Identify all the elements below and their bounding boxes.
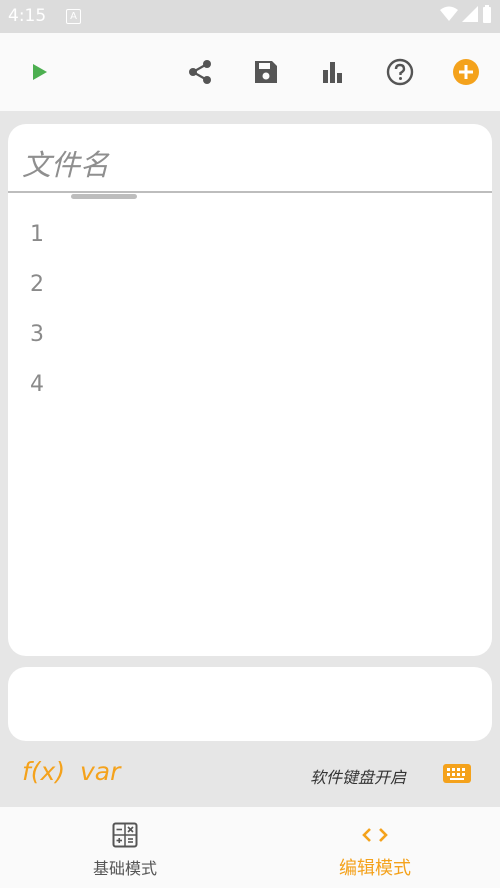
status-bar: 4:15 A (0, 0, 500, 33)
chart-icon (323, 62, 342, 83)
status-indicator: A (66, 9, 81, 24)
line-number: 3 (30, 322, 44, 347)
add-button[interactable] (451, 57, 481, 87)
help-button[interactable] (385, 57, 415, 87)
chart-button[interactable] (318, 57, 348, 87)
code-editor[interactable]: 文件名 1 2 3 4 (8, 124, 492, 656)
drag-handle[interactable] (71, 194, 137, 199)
share-button[interactable] (185, 57, 215, 87)
keyboard-icon[interactable] (443, 764, 471, 783)
editor-divider (8, 191, 492, 193)
function-button[interactable]: f(x) (22, 757, 65, 786)
tab-edit-mode-label: 编辑模式 (339, 858, 411, 879)
keyboard-toggle-label[interactable]: 软件键盘开启 (310, 764, 406, 788)
signal-icon (462, 6, 478, 22)
line-number: 1 (30, 222, 44, 247)
variable-button[interactable]: var (80, 757, 120, 786)
run-icon (33, 64, 47, 80)
help-icon (386, 58, 414, 86)
tab-basic-mode-label: 基础模式 (92, 859, 157, 878)
run-button[interactable] (25, 57, 55, 87)
status-time: 4:15 (8, 6, 47, 26)
status-icons (440, 5, 492, 23)
battery-icon (483, 5, 491, 23)
filename-input[interactable]: 文件名 (22, 142, 109, 184)
output-panel (8, 667, 492, 741)
code-icon (361, 821, 389, 849)
bottom-navigation: 基础模式 编辑模式 (0, 807, 500, 888)
save-button[interactable] (251, 57, 281, 87)
calculator-icon (111, 821, 139, 849)
share-icon (189, 60, 211, 84)
toolbar (0, 33, 500, 111)
line-number: 2 (30, 272, 44, 297)
tab-edit-mode[interactable]: 编辑模式 (250, 807, 500, 888)
tab-basic-mode[interactable]: 基础模式 (0, 807, 250, 888)
save-icon (255, 61, 277, 83)
add-icon (453, 59, 479, 85)
wifi-icon (440, 6, 458, 21)
line-number: 4 (30, 372, 44, 397)
